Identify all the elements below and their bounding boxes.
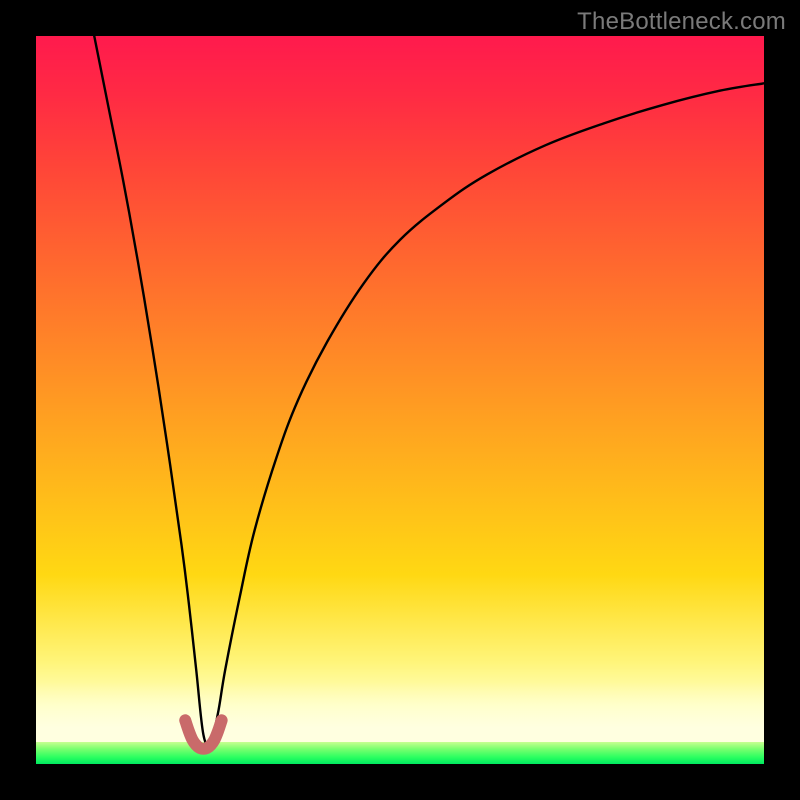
curve-layer <box>36 36 764 764</box>
watermark-text: TheBottleneck.com <box>577 8 786 36</box>
bottleneck-curve <box>94 36 764 745</box>
plot-area <box>36 36 764 764</box>
chart-frame: TheBottleneck.com <box>0 0 800 800</box>
